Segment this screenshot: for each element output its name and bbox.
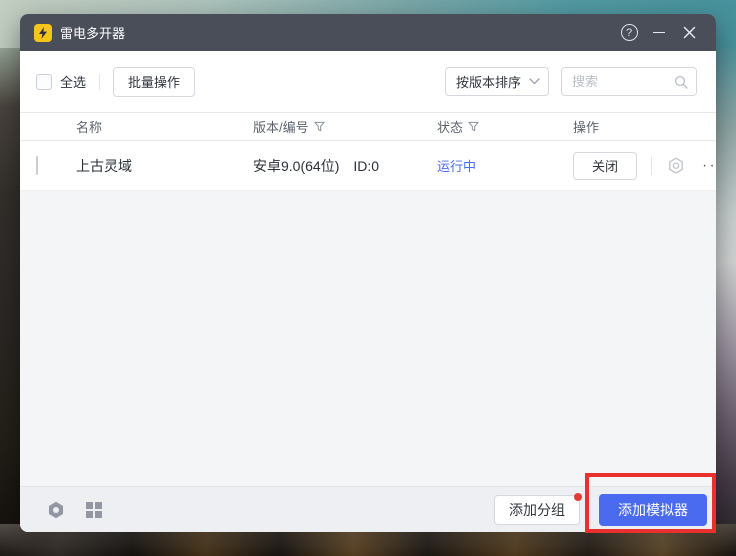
sort-dropdown[interactable]: 按版本排序: [445, 67, 549, 96]
table-header: 名称 版本/编号 状态 操作: [20, 112, 716, 141]
column-header-status[interactable]: 状态: [437, 117, 573, 136]
help-icon: ?: [621, 24, 638, 41]
app-window: 雷电多开器 ? 全选 批量操作 按版本排序: [20, 14, 716, 532]
emulator-list-empty-area: [20, 191, 716, 486]
filter-funnel-icon[interactable]: [314, 121, 325, 132]
row-operations: 关闭 ···: [573, 152, 716, 180]
emulator-row[interactable]: 上古灵域 安卓9.0(64位)ID:0 运行中 关闭 ···: [20, 141, 716, 191]
chevron-down-icon: [529, 78, 540, 85]
toolbar-divider: [99, 74, 100, 90]
column-header-name[interactable]: 名称: [76, 117, 253, 136]
batch-operations-button[interactable]: 批量操作: [113, 67, 195, 97]
search-input[interactable]: [572, 74, 674, 89]
close-button[interactable]: [674, 19, 704, 47]
app-logo-icon: [34, 24, 52, 42]
column-header-version[interactable]: 版本/编号: [253, 117, 437, 136]
help-button[interactable]: ?: [614, 19, 644, 47]
status-badge: 运行中: [437, 156, 573, 175]
settings-nut-icon[interactable]: [666, 156, 686, 176]
add-group-button[interactable]: 添加分组: [494, 495, 580, 525]
wallpaper-right-mist: [714, 48, 736, 532]
minimize-icon: [653, 32, 665, 33]
sort-dropdown-value: 按版本排序: [456, 72, 529, 91]
lightning-bolt-icon: [38, 27, 48, 39]
search-icon: [674, 75, 688, 89]
more-options-icon[interactable]: ···: [702, 161, 716, 171]
stop-emulator-button[interactable]: 关闭: [573, 152, 637, 180]
filter-funnel-icon[interactable]: [468, 121, 479, 132]
select-all-label: 全选: [60, 72, 86, 91]
emulator-name: 上古灵域: [76, 156, 253, 176]
minimize-button[interactable]: [644, 19, 674, 47]
global-settings-icon[interactable]: [46, 500, 66, 520]
operations-divider: [651, 157, 652, 175]
titlebar[interactable]: 雷电多开器 ?: [20, 14, 716, 51]
window-title: 雷电多开器: [60, 23, 125, 42]
close-icon: [683, 26, 696, 39]
add-emulator-button[interactable]: 添加模拟器: [599, 494, 707, 526]
footer-bar: 添加分组 添加模拟器: [20, 486, 716, 532]
column-header-operations: 操作: [573, 117, 700, 136]
search-box[interactable]: [561, 67, 697, 96]
row-checkbox[interactable]: [36, 156, 38, 175]
notification-dot: [574, 493, 582, 501]
grid-view-icon[interactable]: [85, 501, 103, 519]
emulator-id: ID:0: [353, 158, 379, 174]
wallpaper-left-cliff: [0, 48, 22, 532]
select-all-checkbox[interactable]: [36, 74, 52, 90]
emulator-version: 安卓9.0(64位)ID:0: [253, 156, 437, 176]
toolbar: 全选 批量操作 按版本排序: [20, 51, 716, 112]
